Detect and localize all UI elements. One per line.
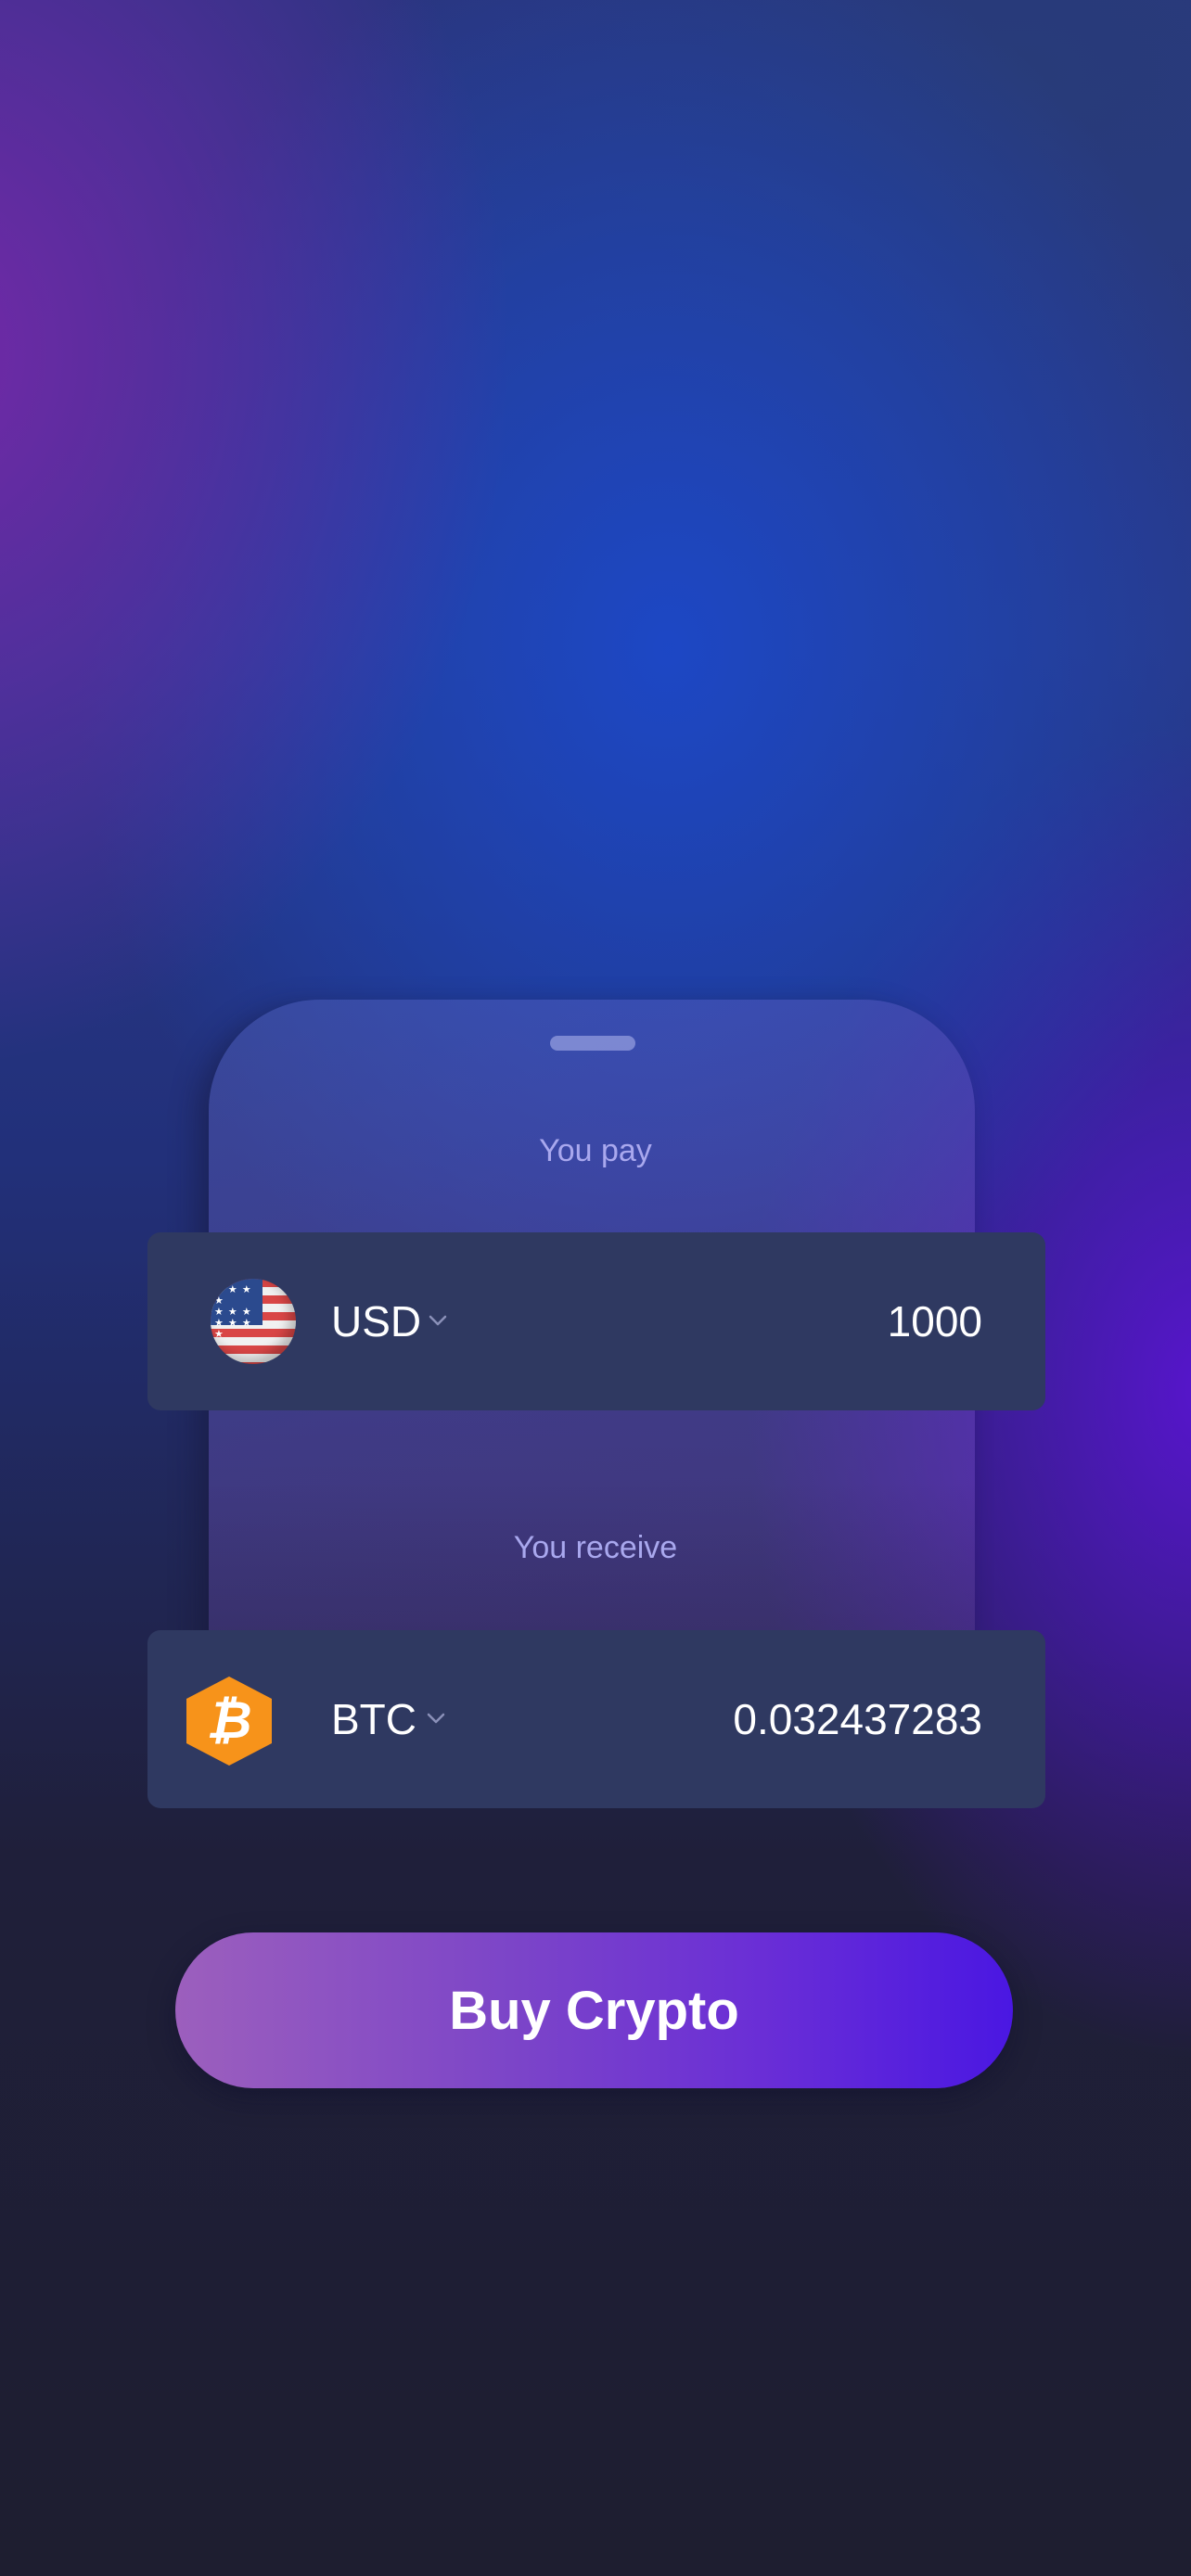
pay-amount-input[interactable]: 1000 bbox=[888, 1295, 982, 1347]
chevron-down-icon[interactable] bbox=[424, 1706, 448, 1730]
chevron-down-icon[interactable] bbox=[426, 1308, 450, 1333]
receive-currency-code[interactable]: BTC bbox=[331, 1693, 416, 1745]
you-receive-label: You receive bbox=[513, 1530, 678, 1565]
buy-crypto-button[interactable]: Buy Crypto bbox=[175, 1932, 1013, 2088]
svg-text:₿: ₿ bbox=[206, 1690, 251, 1749]
sheet-drag-handle[interactable] bbox=[550, 1036, 635, 1051]
bitcoin-icon: ₿ bbox=[186, 1677, 272, 1766]
receive-card: ₿ BTC 0.032437283 bbox=[147, 1630, 1045, 1808]
pay-card: ★ ★ ★ ★ ★ ★ ★ ★ ★ ★ ★ USD 1000 bbox=[147, 1232, 1045, 1410]
you-pay-label: You pay bbox=[539, 1133, 652, 1168]
pay-currency-code[interactable]: USD bbox=[331, 1295, 421, 1347]
receive-amount-value: 0.032437283 bbox=[733, 1695, 982, 1743]
us-flag-icon: ★ ★ ★ ★ ★ ★ ★ ★ ★ ★ ★ bbox=[211, 1279, 296, 1364]
